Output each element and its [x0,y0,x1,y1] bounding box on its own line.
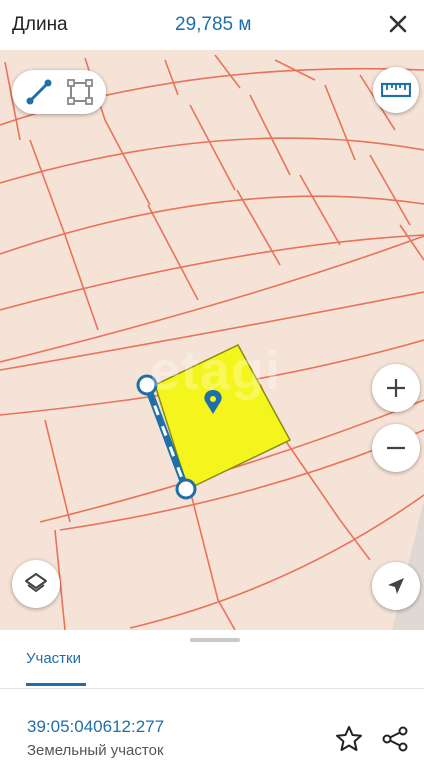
bottom-sheet: Участки 39:05:040612:277 Земельный участ… [0,630,424,768]
my-location-button[interactable] [372,562,420,610]
close-button[interactable] [382,8,414,40]
share-icon [382,726,408,752]
ruler-icon [381,82,411,98]
measure-tool-switch [12,70,106,114]
measure-point-end[interactable] [175,478,197,500]
zoom-out-button[interactable] [372,424,420,472]
watermark: etagi [150,341,282,401]
map-canvas[interactable]: etagi [0,50,424,630]
measure-length-value: 29,785 м [175,14,252,35]
tab-parcels-label: Участки [26,650,81,667]
tab-parcels[interactable]: Участки [26,650,86,688]
line-measure-icon [26,79,51,105]
favorite-button[interactable] [334,724,364,754]
close-icon [389,15,407,33]
area-tool-button[interactable] [62,74,98,110]
parcel-type-label: Земельный участок [27,742,164,759]
zoom-in-button[interactable] [372,364,420,412]
share-button[interactable] [380,724,410,754]
line-tool-button[interactable] [21,74,57,110]
measure-mode-title: Длина [12,14,68,35]
navigation-arrow-icon [388,578,404,594]
plus-icon [387,379,405,397]
area-measure-icon [66,79,93,105]
tab-active-indicator [26,683,86,686]
minus-icon [387,446,405,450]
ruler-button[interactable] [373,67,419,113]
divider [0,688,424,689]
layers-button[interactable] [12,560,60,608]
measure-header: Длина 29,785 м [0,0,424,50]
star-icon [336,726,362,751]
parcel-cadastral-number[interactable]: 39:05:040612:277 [27,717,164,737]
layers-icon [25,573,47,592]
sheet-drag-handle[interactable] [190,638,240,642]
